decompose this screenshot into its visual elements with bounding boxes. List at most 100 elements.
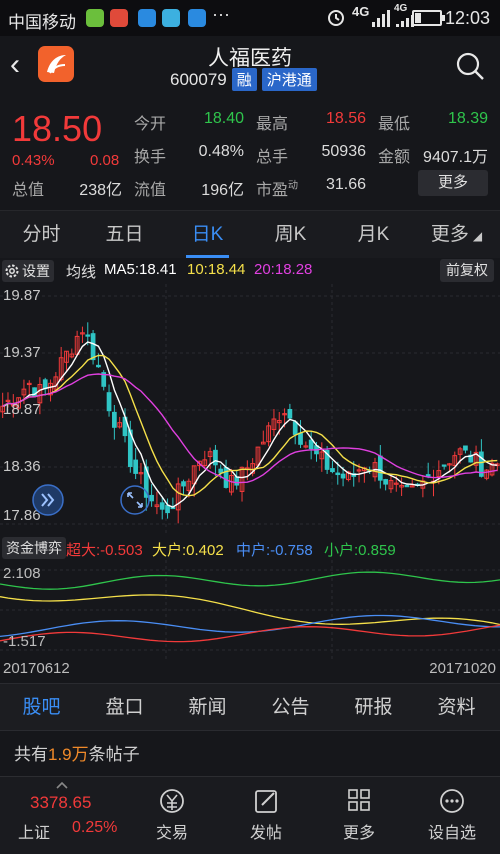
start-date: 20170612	[3, 660, 70, 677]
more-button[interactable]: 更多	[317, 777, 401, 854]
turnover-label: 换手	[134, 149, 167, 166]
low-value: 18.39	[447, 110, 488, 127]
post-count: 共有1.9万条帖子	[14, 745, 140, 764]
change-percent: 0.43%	[12, 152, 55, 169]
volume-value: 50936	[321, 143, 367, 160]
period-tabs: 分时 五日 日K 周K 月K 更多 ◢	[0, 210, 500, 258]
index-name: 上证	[18, 825, 51, 842]
price-axis-label: 18.36	[3, 458, 41, 475]
tab-intraday[interactable]: 分时	[0, 211, 83, 259]
low-label: 最低	[378, 116, 411, 133]
ma-title: 均线	[66, 264, 97, 281]
tab-five-day[interactable]: 五日	[83, 211, 166, 259]
candle-body	[112, 411, 117, 428]
tab-announcements[interactable]: 公告	[249, 684, 332, 732]
tab-news[interactable]: 新闻	[166, 684, 249, 732]
candle-body	[340, 473, 346, 479]
app-notify-icon	[110, 9, 128, 27]
post-button[interactable]: 发帖	[224, 777, 308, 854]
connect-tag: 沪港通	[261, 68, 317, 91]
pe-value: 31.66	[325, 176, 366, 193]
amount-label: 金额	[378, 149, 411, 166]
open-label: 今开	[134, 116, 167, 133]
tab-orderbook[interactable]: 盘口	[83, 684, 166, 732]
carrier-name: 中国移动	[8, 13, 76, 32]
ma5-value: MA5:18.41	[104, 261, 177, 278]
index-value: 3378.65	[30, 793, 92, 812]
chevron-up-icon	[56, 781, 68, 789]
tab-monthly-k[interactable]: 月K	[332, 211, 415, 259]
float-label: 流值	[134, 182, 167, 199]
network-type: 4G	[352, 4, 370, 19]
app-notify-icon	[162, 9, 180, 27]
tab-weekly-k[interactable]: 周K	[249, 211, 332, 259]
flow-super: 超大:-0.503	[66, 542, 143, 559]
price-axis-label: 19.37	[3, 344, 41, 361]
high-value: 18.56	[325, 110, 366, 127]
alarm-icon	[328, 10, 344, 26]
clock: 12:03	[444, 8, 490, 28]
pe-label: 市盈动	[256, 180, 299, 199]
candlestick-chart[interactable]: 19.87 19.37 18.87 18.36 17.86	[0, 284, 500, 534]
app-notify-icon	[138, 9, 156, 27]
search-icon[interactable]	[454, 50, 486, 82]
total-value: 238亿	[79, 182, 122, 199]
trade-button[interactable]: 交易	[130, 777, 214, 854]
adjust-button[interactable]: 前复权	[440, 259, 494, 282]
candle-body	[330, 468, 335, 473]
candle-body	[308, 439, 314, 450]
price-axis-label: 19.87	[3, 287, 41, 304]
price-axis-label: 17.86	[3, 507, 41, 524]
candle-body	[149, 494, 154, 502]
flow-mid: 中户:-0.758	[236, 542, 313, 559]
flow-axis-top: 2.108	[3, 565, 41, 582]
flow-axis-bottom: -1.517	[3, 633, 46, 650]
index-ticker[interactable]: 3378.65 上证 0.25%	[0, 777, 125, 854]
ma-legend-row: 设置 均线 MA5:18.41 10:18.44 20:18.28 前复权	[0, 258, 500, 284]
candle-body	[181, 481, 186, 487]
flow-small: 小户:0.859	[324, 542, 396, 559]
status-bar: 中国移动 ··· 4G 4G 12:03	[0, 0, 500, 36]
current-price: 18.50	[12, 108, 103, 149]
end-date: 20171020	[429, 660, 496, 677]
flow-big: 大户:0.402	[152, 542, 224, 559]
tab-profile[interactable]: 资料	[415, 684, 498, 732]
candle-body	[85, 334, 91, 337]
candle-body	[234, 476, 240, 486]
ma20-line	[2, 373, 498, 484]
tab-more[interactable]: 更多 ◢	[415, 211, 498, 259]
zoom-icon[interactable]	[120, 485, 150, 515]
tab-research[interactable]: 研报	[332, 684, 415, 732]
amount-value: 9407.1万	[423, 149, 488, 166]
flow-super-line	[0, 624, 500, 643]
post-count-value: 1.9万	[48, 745, 89, 764]
stock-code: 600079	[170, 69, 227, 89]
candle-body	[90, 333, 96, 361]
settings-button[interactable]: 设置	[2, 260, 54, 282]
quote-panel: 18.50 0.43% 0.08 总值 238亿 今开 18.40 最高 18.…	[0, 98, 500, 210]
candle-body	[133, 459, 139, 474]
index-percent: 0.25%	[72, 819, 118, 836]
more-dots-icon	[440, 789, 464, 813]
candle-body	[287, 409, 293, 419]
scroll-left-button[interactable]	[32, 484, 64, 516]
candle-body	[159, 502, 165, 510]
tab-forum[interactable]: 股吧	[0, 684, 83, 732]
more-quote-button[interactable]: 更多	[418, 170, 488, 196]
candle-body	[96, 364, 101, 368]
tab-daily-k[interactable]: 日K	[166, 211, 249, 259]
high-label: 最高	[256, 116, 289, 133]
signal-icon	[372, 9, 390, 27]
candle-body	[383, 479, 388, 485]
fund-flow-chart[interactable]: 2.108 -1.517	[0, 560, 500, 660]
add-watchlist-button[interactable]: 设自选	[410, 777, 494, 854]
turnover-value: 0.48%	[198, 143, 244, 160]
stock-code-row: 600079 融 沪港通	[170, 68, 317, 91]
volume-label: 总手	[256, 149, 289, 166]
trade-icon	[160, 789, 184, 813]
candle-body	[292, 421, 298, 435]
stock-header: ‹ 人福医药 600079 融 沪港通	[0, 36, 500, 98]
candle-body	[42, 379, 48, 390]
fund-flow-button[interactable]: 资金博弈	[2, 537, 66, 559]
ma20-value: 20:18.28	[254, 261, 313, 278]
